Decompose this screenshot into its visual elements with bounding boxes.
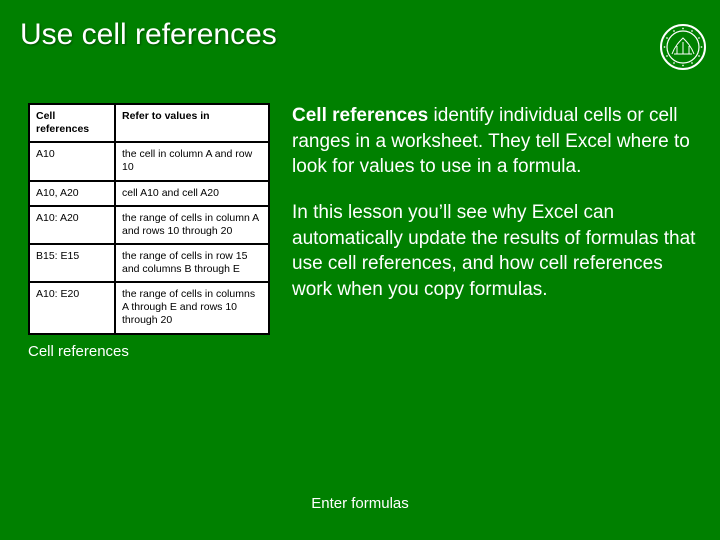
table-row: B15: E15 the range of cells in row 15 an… — [29, 244, 269, 282]
paragraph-2: In this lesson you’ll see why Excel can … — [292, 200, 700, 303]
cell-desc: cell A10 and cell A20 — [115, 181, 269, 206]
table-row: A10, A20 cell A10 and cell A20 — [29, 181, 269, 206]
cell-desc: the cell in column A and row 10 — [115, 142, 269, 180]
col-header-ref: Cell references — [29, 104, 115, 142]
table-caption: Cell references — [0, 335, 720, 360]
footer-text: Enter formulas — [0, 495, 720, 512]
cell-ref: A10: A20 — [29, 206, 115, 244]
paragraph-1: Cell references identify individual cell… — [292, 103, 700, 180]
cell-ref: A10 — [29, 142, 115, 180]
table-header-row: Cell references Refer to values in — [29, 104, 269, 142]
cell-ref: A10, A20 — [29, 181, 115, 206]
seal-logo-icon — [660, 24, 706, 75]
cell-reference-table: Cell references Refer to values in A10 t… — [28, 103, 270, 335]
cell-ref: B15: E15 — [29, 244, 115, 282]
cell-ref: A10: E20 — [29, 282, 115, 333]
table-row: A10: E20 the range of cells in columns A… — [29, 282, 269, 333]
cell-desc: the range of cells in row 15 and columns… — [115, 244, 269, 282]
cell-desc: the range of cells in column A and rows … — [115, 206, 269, 244]
col-header-desc: Refer to values in — [115, 104, 269, 142]
body-text: Cell references identify individual cell… — [292, 103, 700, 322]
lead-strong: Cell references — [292, 105, 428, 126]
table-row: A10: A20 the range of cells in column A … — [29, 206, 269, 244]
slide-title: Use cell references — [20, 18, 277, 52]
table-row: A10 the cell in column A and row 10 — [29, 142, 269, 180]
cell-desc: the range of cells in columns A through … — [115, 282, 269, 333]
